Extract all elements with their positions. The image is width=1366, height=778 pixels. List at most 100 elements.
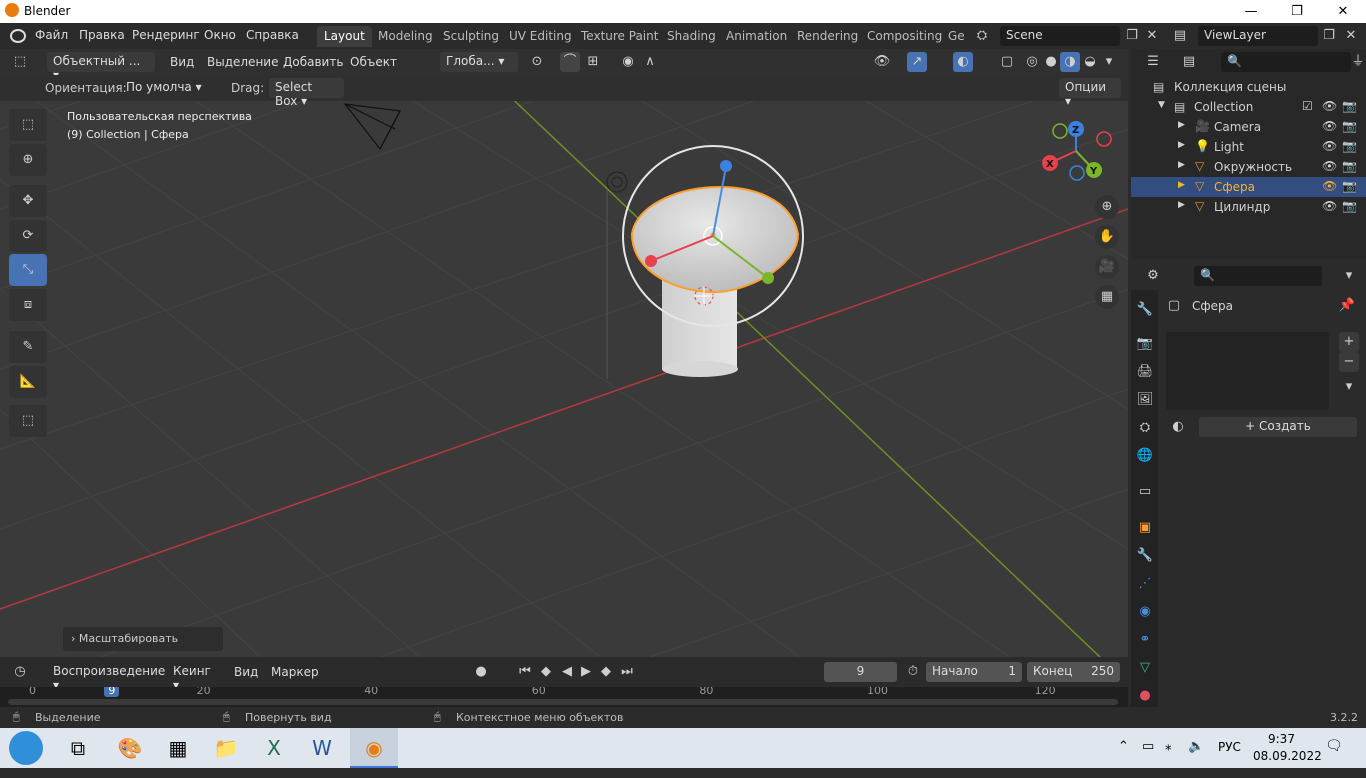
gizmo-toggle-icon[interactable]: ↗ — [907, 52, 927, 72]
material-tab-icon[interactable]: ● — [1135, 686, 1155, 706]
snap-target-icon[interactable]: ⊞ — [583, 52, 603, 72]
menu-select[interactable]: Выделение — [207, 55, 278, 69]
chevron-right-icon[interactable]: ▶ — [1178, 140, 1185, 150]
mode-dropdown[interactable]: Объектный ... ▾ — [47, 52, 155, 82]
tab-uv-editing[interactable]: UV Editing — [502, 26, 579, 47]
marker-menu[interactable]: Маркер — [271, 665, 319, 679]
explorer-app-icon[interactable]: 📁 — [202, 728, 250, 768]
record-icon[interactable]: ● — [471, 662, 491, 682]
stopwatch-icon[interactable]: ⏱ — [903, 662, 923, 682]
eye-icon[interactable]: 👁 — [1322, 139, 1337, 153]
collection-row[interactable]: ▼ ▤ Collection ☑ 👁 📷 — [1131, 97, 1366, 117]
tab-geometry[interactable]: Ge — [941, 26, 972, 47]
data-tab-icon[interactable]: ▽ — [1135, 658, 1155, 678]
tool-tab-icon[interactable]: 🔧 — [1135, 300, 1155, 320]
drag-dropdown[interactable]: Select Box ▾ — [269, 78, 344, 108]
tab-shading[interactable]: Shading — [660, 26, 723, 47]
properties-search-input[interactable]: 🔍 — [1194, 266, 1322, 286]
outliner-item[interactable]: ▶ 💡 Light 👁 📷 — [1131, 137, 1366, 157]
editor-type-icon[interactable]: ⬚ — [10, 52, 30, 72]
particles-tab-icon[interactable]: ⋰ — [1135, 574, 1155, 594]
y-scale-handle[interactable] — [762, 272, 774, 284]
clock-date[interactable]: 08.09.2022 — [1253, 749, 1322, 763]
physics-tab-icon[interactable]: ◉ — [1135, 602, 1155, 622]
task-view-icon[interactable]: ⧉ — [54, 728, 102, 768]
snap-icon[interactable]: ⌒ — [560, 52, 580, 72]
new-scene-icon[interactable]: ❐ — [1122, 26, 1142, 46]
zoom-icon[interactable]: ⊕ — [1095, 195, 1119, 219]
camera-object[interactable] — [343, 103, 401, 151]
move-tool[interactable]: ✥ — [9, 185, 47, 217]
clock-time[interactable]: 9:37 — [1268, 732, 1295, 746]
close-button[interactable]: ✕ — [1320, 0, 1366, 23]
chevron-down-icon[interactable]: ▼ — [1158, 100, 1165, 110]
notification-icon[interactable]: 🗨 — [1325, 738, 1343, 754]
menu-file[interactable]: Файл — [35, 28, 68, 42]
menu-object[interactable]: Объект — [350, 55, 397, 69]
tab-animation[interactable]: Animation — [719, 26, 794, 47]
maximize-button[interactable]: ❐ — [1274, 0, 1320, 23]
transform-tool[interactable]: ⧈ — [9, 289, 47, 321]
render-tab-icon[interactable]: 📷 — [1135, 334, 1155, 354]
checkbox-icon[interactable]: ☑ — [1302, 99, 1313, 113]
current-frame-marker[interactable]: 9 — [104, 687, 120, 697]
menu-view[interactable]: Вид — [170, 55, 194, 69]
timeline-view-menu[interactable]: Вид — [234, 665, 258, 679]
language-indicator[interactable]: РУС — [1218, 740, 1241, 754]
timeline-editor-icon[interactable]: ◷ — [10, 662, 30, 682]
tab-layout[interactable]: Layout — [317, 26, 372, 47]
word-app-icon[interactable]: W — [298, 728, 346, 768]
chevron-right-icon[interactable]: ▶ — [1178, 200, 1185, 210]
menu-edit[interactable]: Правка — [79, 28, 125, 42]
collection-tab-icon[interactable]: ▭ — [1135, 482, 1155, 502]
solid-shading-icon[interactable]: ● — [1041, 52, 1061, 72]
xray-icon[interactable]: ▢ — [997, 52, 1017, 72]
outliner-item[interactable]: ▶ ▽ Цилиндр 👁 📷 — [1131, 197, 1366, 217]
tab-sculpting[interactable]: Sculpting — [436, 26, 506, 47]
scene-icon[interactable]: ⛭ — [972, 26, 992, 46]
add-slot-icon[interactable]: + — [1339, 332, 1359, 352]
falloff-icon[interactable]: ∧ — [640, 52, 660, 72]
measure-tool[interactable]: 📐 — [9, 366, 47, 398]
timeline-ruler[interactable]: 0920406080100120140160180200220240 — [0, 687, 1128, 707]
jump-start-icon[interactable]: ⏮ — [515, 662, 535, 682]
volume-icon[interactable]: 🔈 — [1188, 739, 1204, 754]
close-view-layer-icon[interactable]: ✕ — [1341, 26, 1361, 46]
overlay-toggle-icon[interactable]: ◐ — [953, 52, 973, 72]
cursor-tool[interactable]: ⊕ — [9, 144, 47, 176]
render-camera-icon[interactable]: 📷 — [1342, 159, 1357, 173]
battery-icon[interactable]: ▭ — [1142, 739, 1154, 754]
outliner-item[interactable]: ▶ ▽ Сфера 👁 📷 — [1131, 177, 1366, 197]
z-scale-handle[interactable] — [720, 160, 732, 172]
blender-app-icon[interactable]: ◉ — [350, 728, 398, 768]
view-layer-tab-icon[interactable]: 🖼 — [1135, 390, 1155, 410]
outliner-editor-icon[interactable]: ☰ — [1143, 52, 1163, 72]
minimize-button[interactable]: — — [1228, 0, 1274, 23]
create-material-button[interactable]: + Создать — [1199, 417, 1357, 437]
network-icon[interactable]: ⁎ — [1165, 739, 1172, 754]
camera-view-icon[interactable]: 🎥 — [1095, 255, 1119, 279]
constraints-tab-icon[interactable]: ⚭ — [1135, 630, 1155, 650]
object-tab-icon[interactable]: ▣ — [1135, 518, 1155, 538]
filter-icon[interactable]: ⏚ — [1348, 52, 1366, 72]
chevron-up-icon[interactable]: ⌃ — [1118, 739, 1129, 754]
calculator-app-icon[interactable]: ▦ — [154, 728, 202, 768]
end-frame-field[interactable]: Конец 250 — [1027, 662, 1120, 682]
properties-editor-icon[interactable]: ⚙ — [1143, 266, 1163, 286]
options-dropdown[interactable]: Опции ▾ — [1059, 78, 1121, 108]
rotate-tool[interactable]: ⟳ — [9, 220, 47, 252]
chevron-right-icon[interactable]: ▶ — [1178, 160, 1185, 170]
view-layer-field[interactable]: ViewLayer — [1198, 26, 1318, 46]
menu-help[interactable]: Справка — [246, 28, 299, 42]
eye-icon[interactable]: 👁 — [1322, 119, 1337, 133]
pivot-point-icon[interactable]: ⊙ — [527, 52, 547, 72]
render-camera-icon[interactable]: 📷 — [1342, 199, 1357, 213]
transform-orientation-dropdown[interactable]: Глоба... ▾ — [440, 52, 518, 72]
remove-slot-icon[interactable]: − — [1339, 352, 1359, 372]
orientation-dropdown[interactable]: По умолча ▾ — [120, 78, 218, 98]
chevron-right-icon[interactable]: ▶ — [1178, 120, 1185, 130]
menu-render[interactable]: Рендеринг — [132, 28, 200, 42]
keying-menu[interactable]: Кеинг ▾ — [167, 662, 225, 692]
next-keyframe-icon[interactable]: ◆ — [596, 662, 616, 682]
chevron-right-icon[interactable]: ▶ — [1178, 180, 1185, 190]
